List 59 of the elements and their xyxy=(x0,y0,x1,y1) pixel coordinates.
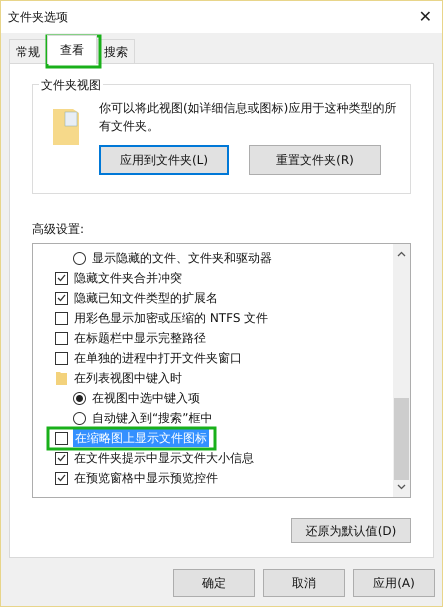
check-icon xyxy=(57,274,66,282)
check-icon xyxy=(57,294,66,302)
description-text: 你可以将此视图(如详细信息或图标)应用于这种类型的所有文件夹。 xyxy=(99,100,398,135)
checkbox[interactable] xyxy=(55,312,68,324)
settings-item[interactable]: 显示隐藏的文件、文件夹和驱动器 xyxy=(55,248,393,268)
dialog-button[interactable]: 确定 xyxy=(173,569,255,597)
settings-item[interactable]: 用彩色显示加密或压缩的 NTFS 文件 xyxy=(55,308,393,328)
folder-view-button[interactable]: 重置文件夹(R) xyxy=(249,145,381,175)
highlight-frame xyxy=(46,34,102,68)
setting-label: 在视图中选中键入项 xyxy=(91,390,201,407)
setting-label: 在文件夹提示中显示文件大小信息 xyxy=(73,450,255,467)
setting-label: 隐藏文件夹合并冲突 xyxy=(73,270,183,287)
radio-button[interactable] xyxy=(73,252,86,264)
check-icon xyxy=(57,454,66,462)
settings-item[interactable]: 在单独的进程中打开文件夹窗口 xyxy=(55,348,393,368)
settings-item[interactable]: 隐藏已知文件类型的扩展名 xyxy=(55,288,393,308)
folder-icon xyxy=(56,371,67,385)
setting-label: 隐藏已知文件类型的扩展名 xyxy=(73,290,219,307)
scroll-thumb[interactable] xyxy=(394,398,409,480)
tab[interactable]: 常规 xyxy=(9,39,47,63)
setting-label: 在单独的进程中打开文件夹窗口 xyxy=(73,350,243,367)
checkbox[interactable] xyxy=(55,452,68,464)
setting-label: 自动键入到“搜索”框中 xyxy=(91,410,214,427)
close-button[interactable]: ✕ xyxy=(418,9,432,25)
scroll-down-icon[interactable] xyxy=(397,484,406,490)
section-label: 高级设置: xyxy=(32,221,86,238)
settings-item[interactable]: 在文件夹提示中显示文件大小信息 xyxy=(55,448,393,468)
check-icon xyxy=(57,474,66,482)
restore-defaults-button[interactable]: 还原为默认值(D) xyxy=(291,518,411,543)
tab[interactable]: 搜索 xyxy=(97,39,135,63)
checkbox[interactable] xyxy=(55,352,68,364)
checkbox[interactable] xyxy=(55,472,68,484)
setting-label: 显示隐藏的文件、文件夹和驱动器 xyxy=(91,250,273,267)
settings-item[interactable]: 在预览窗格中显示预览控件 xyxy=(55,468,393,488)
folder-view-button[interactable]: 应用到文件夹(L) xyxy=(99,145,229,175)
setting-label: 在缩略图上显示文件图标 xyxy=(73,429,209,447)
group-title: 文件夹视图 xyxy=(39,76,103,94)
checkbox[interactable] xyxy=(55,332,68,344)
setting-label: 在预览窗格中显示预览控件 xyxy=(73,470,219,487)
dialog-button[interactable]: 取消 xyxy=(263,569,345,597)
settings-item[interactable]: 在视图中选中键入项 xyxy=(55,388,393,408)
setting-label: 在标题栏中显示完整路径 xyxy=(73,330,207,347)
radio-button[interactable] xyxy=(73,392,86,404)
tab[interactable]: 查看 xyxy=(47,35,97,64)
radio-button[interactable] xyxy=(73,412,86,424)
setting-label: 在列表视图中键入时 xyxy=(73,370,183,387)
checkbox[interactable] xyxy=(55,272,68,284)
window-title: 文件夹选项 xyxy=(8,9,68,26)
settings-item[interactable]: 隐藏文件夹合并冲突 xyxy=(55,268,393,288)
scroll-up-icon[interactable] xyxy=(397,251,406,257)
settings-item[interactable]: 在标题栏中显示完整路径 xyxy=(55,328,393,348)
checkbox[interactable] xyxy=(55,432,68,444)
settings-item[interactable]: 自动键入到“搜索”框中 xyxy=(55,408,393,428)
settings-item[interactable]: 在列表视图中键入时 xyxy=(55,368,393,388)
setting-label: 用彩色显示加密或压缩的 NTFS 文件 xyxy=(73,310,270,327)
scrollbar[interactable] xyxy=(393,244,410,497)
dialog-button[interactable]: 应用(A) xyxy=(353,569,435,597)
folder-icon xyxy=(53,109,79,145)
checkbox[interactable] xyxy=(55,292,68,304)
